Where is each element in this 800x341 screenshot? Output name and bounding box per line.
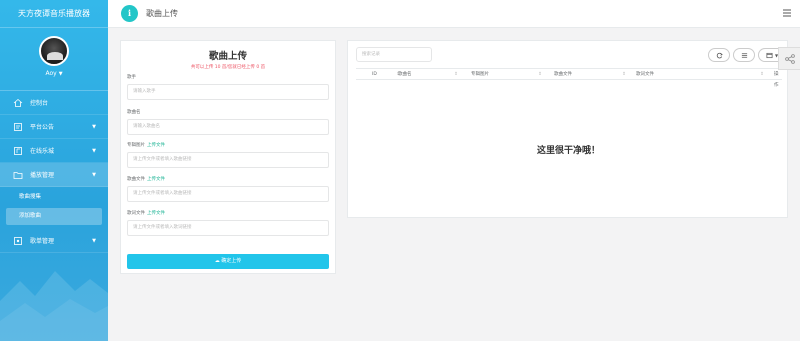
sidebar-subnav: 歌曲搜集 添加歌曲 <box>0 187 108 229</box>
chevron-down-icon: ▼ <box>92 123 96 130</box>
sort-icon: ⇕ <box>622 72 626 77</box>
sidebar-nav: 控制台 平台公告 ▼ 在线乐城 ▼ 播放管理 ▼ 歌曲搜集 添加歌曲 歌单管理 … <box>0 90 108 253</box>
sidebar-item-label: 在线乐城 <box>30 148 55 155</box>
column-header-song-file[interactable]: 歌曲文件 ⇕ <box>554 69 626 81</box>
table-header: ID ⇕ 歌曲名 ⇕ 专辑图片 ⇕ 歌曲文件 ⇕ 歌词文件 ⇕ 操作 <box>356 68 782 88</box>
album-image-field: 专辑图片 上传文件 请上传文件或者填入歌曲链接 <box>127 142 329 168</box>
sidebar-subitem-collect[interactable]: 歌曲搜集 <box>6 189 102 206</box>
share-icon <box>784 53 795 64</box>
sort-icon: ⇕ <box>760 72 764 77</box>
refresh-button[interactable] <box>708 48 730 62</box>
columns-icon <box>766 52 773 58</box>
sidebar-subitem-add-song[interactable]: 添加歌曲 <box>6 208 102 225</box>
side-tool-tab[interactable] <box>778 47 800 70</box>
singer-field: 歌手 请输入歌手 <box>127 74 329 100</box>
song-name-field: 歌曲名 请输入歌曲名 <box>127 109 329 135</box>
sidebar-item-label: 平台公告 <box>30 124 55 131</box>
empty-state-message: 这里很干净哦！ <box>536 146 600 156</box>
sidebar-item-dashboard[interactable]: 控制台 <box>0 91 108 115</box>
upload-form-panel: 歌曲上传 共可以上传 10 首/您就已经上传 0 首 歌手 请输入歌手 歌曲名 … <box>120 40 336 274</box>
chevron-down-icon: ▼ <box>92 171 96 178</box>
toggle-view-button[interactable] <box>733 48 755 62</box>
sidebar-item-music-city[interactable]: 在线乐城 ▼ <box>0 139 108 163</box>
chevron-down-icon: ▼ <box>92 147 96 154</box>
info-icon: i <box>121 5 138 22</box>
list-icon <box>741 52 747 58</box>
submit-label: 确定上传 <box>221 258 242 264</box>
upload-quota-text: 共可以上传 10 首/您就已经上传 0 首 <box>190 65 266 70</box>
sort-icon: ⇕ <box>454 72 458 77</box>
sidebar-item-label: 控制台 <box>30 100 49 107</box>
column-header-lyrics-file[interactable]: 歌词文件 ⇕ <box>636 69 764 81</box>
user-panel: Aoy ▼ <box>0 28 108 90</box>
column-header-album-image[interactable]: 专辑图片 ⇕ <box>471 69 542 81</box>
chevron-down-icon: ▼ <box>92 237 96 244</box>
menu-icon[interactable] <box>783 9 791 17</box>
search-input[interactable]: 搜索记录 <box>356 47 432 62</box>
refresh-icon <box>716 52 723 58</box>
folder-icon <box>13 170 23 180</box>
field-label: 歌曲名 <box>127 110 141 115</box>
upload-file-link[interactable]: 上传文件 <box>147 211 165 216</box>
cloud-upload-icon: ☁ <box>214 258 220 264</box>
sidebar-item-label: 歌单管理 <box>30 238 55 245</box>
playlist-icon <box>13 236 23 246</box>
sidebar: 天方夜谭音乐播放器 Aoy▼ 控制台 平台公告 ▼ 在线乐城 ▼ 播放管理 ▼ <box>0 0 108 341</box>
caret-down-icon: ▼ <box>58 71 63 77</box>
column-header-id[interactable]: ID ⇕ <box>372 69 400 81</box>
app-brand: 天方夜谭音乐播放器 <box>0 0 108 28</box>
form-title: 歌曲上传 <box>208 51 247 62</box>
submit-upload-button[interactable]: ☁ 确定上传 <box>127 254 329 269</box>
sidebar-item-playlist[interactable]: 歌单管理 ▼ <box>0 229 108 253</box>
lyrics-file-field: 歌词文件 上传文件 请上传文件或者填入歌词链接 <box>127 210 329 236</box>
song-file-field: 歌曲文件 上传文件 请上传文件或者填入歌曲链接 <box>127 176 329 202</box>
upload-file-link[interactable]: 上传文件 <box>147 143 165 148</box>
lyrics-file-input[interactable]: 请上传文件或者填入歌词链接 <box>127 220 329 236</box>
column-header-actions: 操作 <box>774 72 779 88</box>
notice-icon <box>13 122 23 132</box>
songs-table-panel: 搜索记录 ▼ ID ⇕ 歌曲名 ⇕ 专辑图片 ⇕ 歌曲文件 ⇕ 歌词文件 ⇕ 操作 这里很… <box>347 40 788 218</box>
page-title: 歌曲上传 <box>146 9 178 18</box>
sort-icon: ⇕ <box>538 72 542 77</box>
sidebar-item-playback[interactable]: 播放管理 ▼ <box>0 163 108 187</box>
home-icon <box>13 98 23 108</box>
sidebar-item-announcement[interactable]: 平台公告 ▼ <box>0 115 108 139</box>
avatar[interactable] <box>39 36 69 66</box>
field-label: 歌词文件 <box>127 211 145 216</box>
column-header-song-name[interactable]: 歌曲名 ⇕ <box>398 69 458 81</box>
sidebar-item-label: 播放管理 <box>30 172 55 179</box>
top-header: i 歌曲上传 <box>108 0 800 28</box>
album-image-input[interactable]: 请上传文件或者填入歌曲链接 <box>127 152 329 168</box>
music-icon <box>13 146 23 156</box>
user-name: Aoy <box>45 70 57 77</box>
song-name-input[interactable]: 请输入歌曲名 <box>127 119 329 135</box>
mountain-decoration <box>0 271 108 341</box>
singer-input[interactable]: 请输入歌手 <box>127 84 329 100</box>
upload-file-link[interactable]: 上传文件 <box>147 177 165 182</box>
user-menu-toggle[interactable]: Aoy ▼ <box>0 70 108 77</box>
field-label: 歌手 <box>127 75 136 80</box>
song-file-input[interactable]: 请上传文件或者填入歌曲链接 <box>127 186 329 202</box>
field-label: 专辑图片 <box>127 143 145 148</box>
field-label: 歌曲文件 <box>127 177 145 182</box>
